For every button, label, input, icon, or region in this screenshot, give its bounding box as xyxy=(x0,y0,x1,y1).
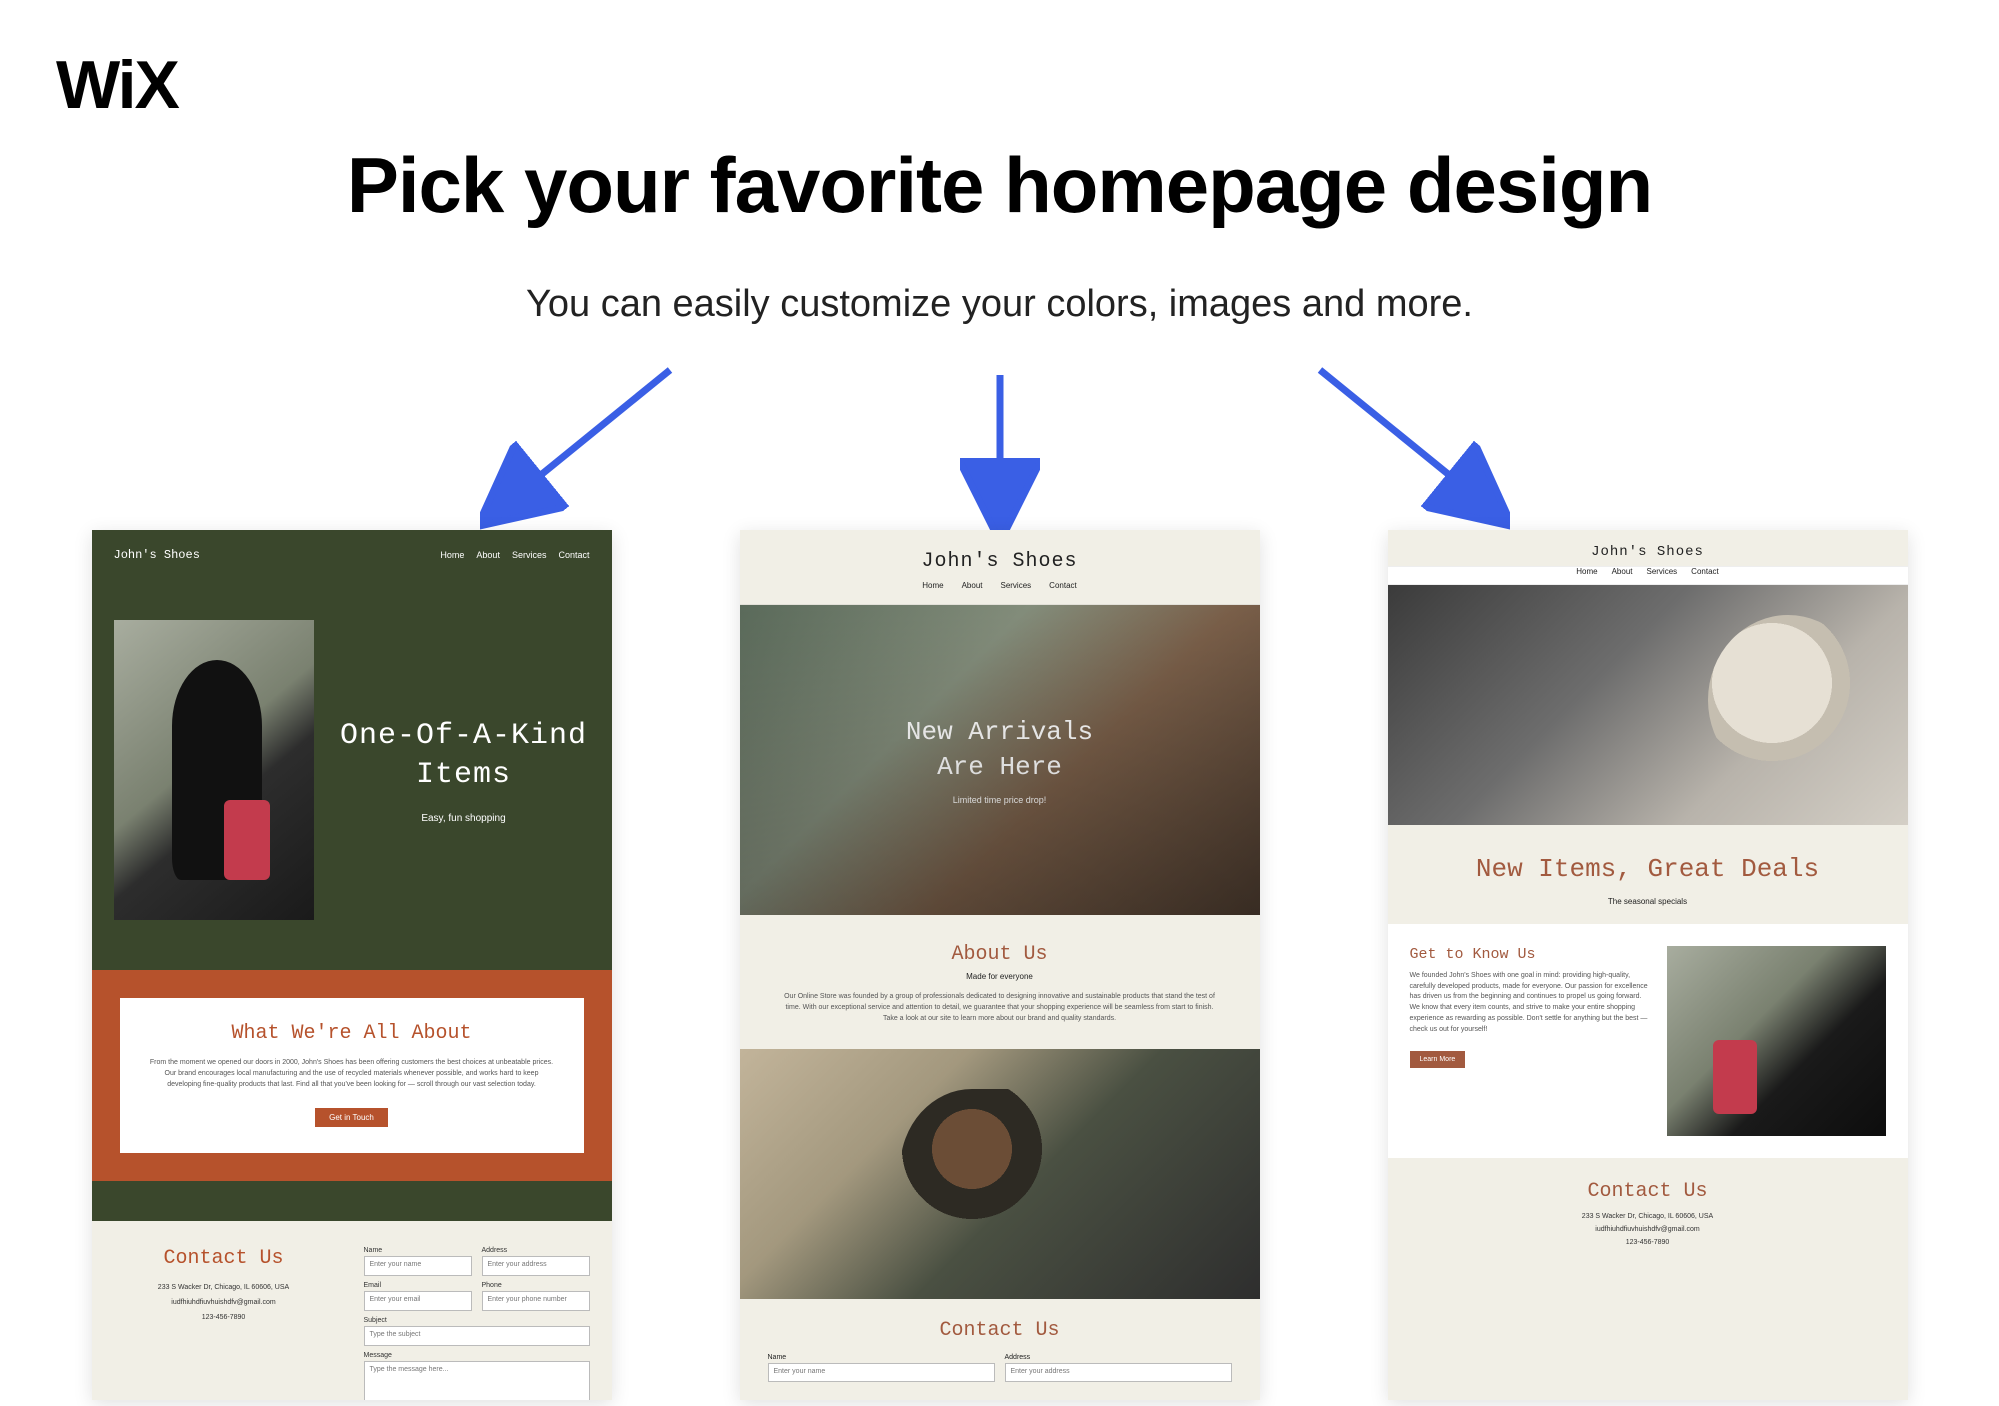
nav-home[interactable]: Home xyxy=(922,581,943,590)
site-brand: John's Shoes xyxy=(740,530,1260,581)
section-image xyxy=(740,1049,1260,1299)
contact-phone: 123-456-7890 xyxy=(114,1314,334,1321)
site-brand: John's Shoes xyxy=(114,548,200,562)
deals-title: New Items, Great Deals xyxy=(1408,853,1888,887)
about-body: Our Online Store was founded by a group … xyxy=(778,991,1222,1025)
contact-title: Contact Us xyxy=(768,1319,1232,1342)
contact-address: 233 S Wacker Dr, Chicago, IL 60606, USA xyxy=(114,1284,334,1291)
about-subtitle: Made for everyone xyxy=(778,972,1222,981)
nav-home[interactable]: Home xyxy=(440,550,464,560)
nav-about[interactable]: About xyxy=(476,550,500,560)
page-subtitle: You can easily customize your colors, im… xyxy=(0,231,1999,326)
nav-home[interactable]: Home xyxy=(1576,567,1597,576)
phone-field[interactable]: Enter your phone number xyxy=(482,1291,590,1311)
hero-image: New ArrivalsAre Here Limited time price … xyxy=(740,605,1260,915)
get-in-touch-button[interactable]: Get in Touch xyxy=(315,1108,388,1127)
template-option-3[interactable]: John's Shoes Home About Services Contact… xyxy=(1388,530,1908,1400)
label-email: Email xyxy=(364,1282,472,1289)
label-address: Address xyxy=(1005,1354,1232,1361)
about-title: About Us xyxy=(778,943,1222,966)
address-field[interactable]: Enter your address xyxy=(1005,1363,1232,1382)
about-title: What We're All About xyxy=(150,1022,554,1045)
page-title: Pick your favorite homepage design xyxy=(0,0,1999,231)
contact-email: iudfhiuhdfiuvhuishdfv@gmail.com xyxy=(114,1299,334,1306)
learn-more-button[interactable]: Learn More xyxy=(1410,1051,1466,1068)
nav-contact[interactable]: Contact xyxy=(1049,581,1077,590)
label-name: Name xyxy=(364,1247,472,1254)
contact-title: Contact Us xyxy=(114,1247,334,1270)
contact-email: iudfhiuhdfiuvhuishdfv@gmail.com xyxy=(1408,1226,1888,1233)
site-brand: John's Shoes xyxy=(1388,530,1908,566)
arrow-icon xyxy=(960,360,1040,530)
nav-contact[interactable]: Contact xyxy=(1691,567,1719,576)
hero-image xyxy=(1388,585,1908,825)
message-field[interactable]: Type the message here... xyxy=(364,1361,590,1400)
nav-services[interactable]: Services xyxy=(1000,581,1031,590)
name-field[interactable]: Enter your name xyxy=(364,1256,472,1276)
hero-subtitle: Easy, fun shopping xyxy=(338,813,590,824)
contact-title: Contact Us xyxy=(1408,1180,1888,1203)
template-option-1[interactable]: John's Shoes Home About Services Contact… xyxy=(92,530,612,1400)
arrow-icon xyxy=(480,350,700,530)
template-option-2[interactable]: John's Shoes Home About Services Contact… xyxy=(740,530,1260,1400)
label-subject: Subject xyxy=(364,1317,590,1324)
nav-about[interactable]: About xyxy=(1612,567,1633,576)
about-body: From the moment we opened our doors in 2… xyxy=(150,1057,554,1091)
label-phone: Phone xyxy=(482,1282,590,1289)
deals-subtitle: The seasonal specials xyxy=(1408,897,1888,906)
subject-field[interactable]: Type the subject xyxy=(364,1326,590,1346)
nav-contact[interactable]: Contact xyxy=(558,550,589,560)
address-field[interactable]: Enter your address xyxy=(482,1256,590,1276)
section-image xyxy=(1667,946,1885,1136)
email-field[interactable]: Enter your email xyxy=(364,1291,472,1311)
hero-image xyxy=(114,620,314,920)
hero-title: One-Of-A-Kind Items xyxy=(338,717,590,795)
know-title: Get to Know Us xyxy=(1410,946,1650,963)
wix-logo: WiX xyxy=(56,46,178,124)
label-name: Name xyxy=(768,1354,995,1361)
arrow-icon xyxy=(1290,350,1510,530)
name-field[interactable]: Enter your name xyxy=(768,1363,995,1382)
label-message: Message xyxy=(364,1352,590,1359)
hero-subtitle: Limited time price drop! xyxy=(953,795,1047,805)
label-address: Address xyxy=(482,1247,590,1254)
know-body: We founded John's Shoes with one goal in… xyxy=(1410,971,1650,1036)
hero-title: New ArrivalsAre Here xyxy=(906,715,1093,785)
nav-services[interactable]: Services xyxy=(512,550,547,560)
contact-address: 233 S Wacker Dr, Chicago, IL 60606, USA xyxy=(1408,1213,1888,1220)
contact-phone: 123-456-7890 xyxy=(1408,1239,1888,1246)
nav-services[interactable]: Services xyxy=(1646,567,1677,576)
nav-about[interactable]: About xyxy=(962,581,983,590)
